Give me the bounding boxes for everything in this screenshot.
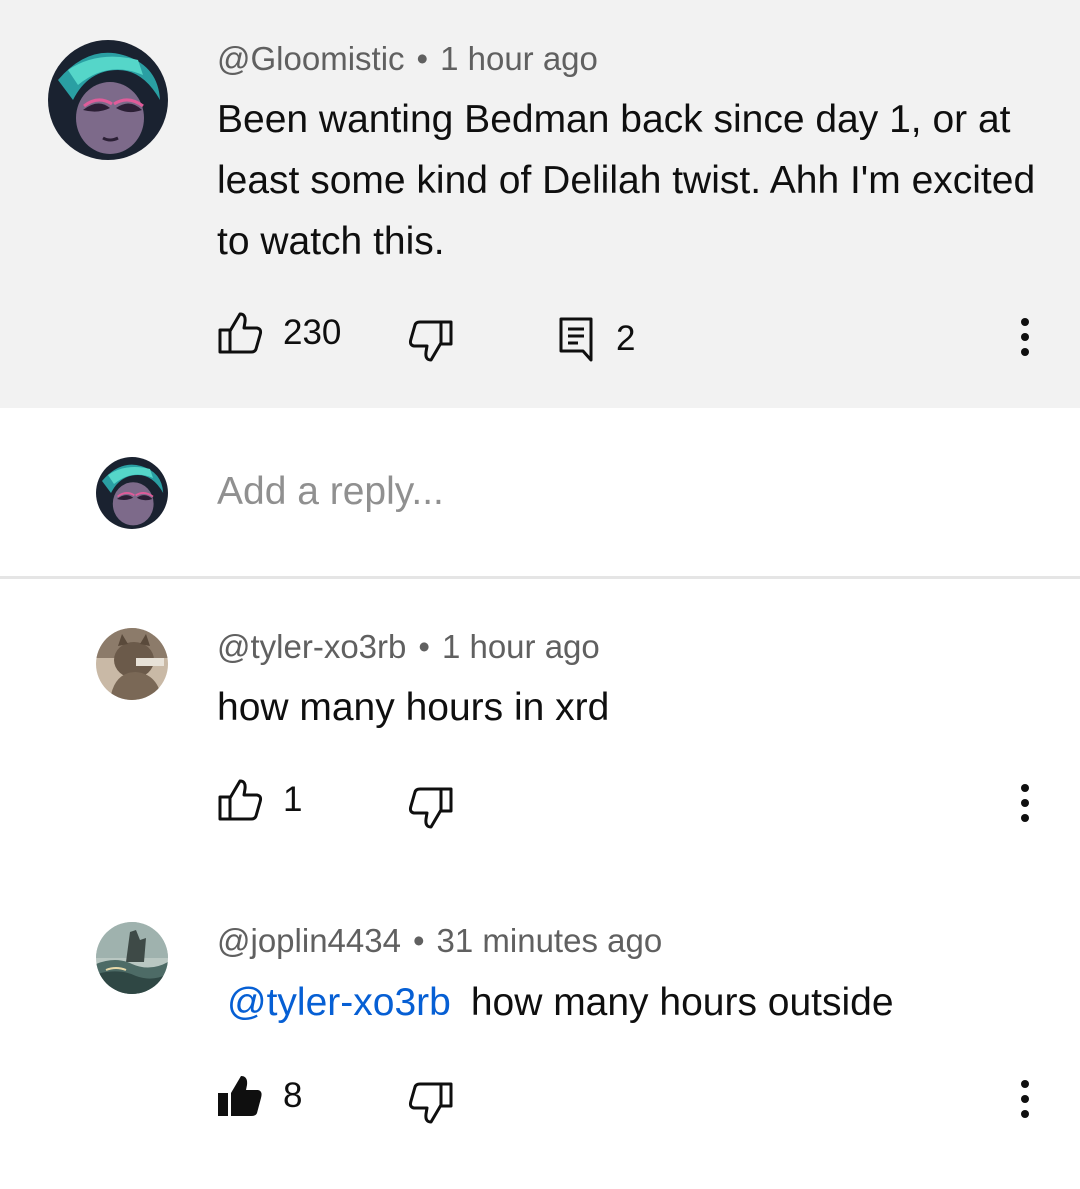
avatar[interactable]	[48, 40, 168, 160]
dislike-button[interactable]	[408, 783, 454, 833]
thumb-up-filled-icon	[218, 1076, 262, 1116]
avatar[interactable]	[96, 628, 168, 700]
comment-text: @tyler-xo3rb how many hours outside	[217, 972, 1047, 1033]
more-vert-icon	[1021, 318, 1029, 356]
comment-icon	[559, 317, 593, 362]
comment-timestamp[interactable]: 31 minutes ago	[437, 922, 663, 959]
thumb-up-outline-icon	[218, 312, 263, 354]
comment-meta: @joplin4434 • 31 minutes ago	[217, 922, 662, 960]
dislike-button[interactable]	[408, 316, 454, 366]
meta-separator: •	[412, 922, 425, 959]
like-button[interactable]: 1	[217, 775, 302, 825]
divider	[0, 576, 1080, 579]
more-options-button[interactable]	[1010, 1074, 1040, 1124]
highlighted-comment: @Gloomistic • 1 hour ago Been wanting Bedm…	[0, 0, 1080, 408]
user-mention-link[interactable]: @tyler-xo3rb	[227, 981, 451, 1024]
reply-button[interactable]: 2	[558, 314, 635, 364]
thumb-up-outline-icon	[218, 779, 263, 821]
thumb-down-outline-icon	[408, 787, 453, 829]
avatar-image	[96, 922, 168, 994]
comment-text: Been wanting Bedman back since day 1, or…	[217, 98, 1036, 263]
reply-input[interactable]: Add a reply...	[217, 470, 444, 514]
meta-separator: •	[416, 40, 429, 77]
like-count: 8	[283, 1076, 303, 1115]
more-options-button[interactable]	[1010, 312, 1040, 362]
avatar-image	[96, 628, 168, 700]
comment-meta: @tyler-xo3rb • 1 hour ago	[217, 628, 600, 666]
comment-author[interactable]: @joplin4434	[217, 922, 401, 959]
like-button[interactable]: 230	[217, 308, 341, 358]
avatar-image	[96, 457, 168, 529]
avatar[interactable]	[96, 922, 168, 994]
more-options-button[interactable]	[1010, 778, 1040, 828]
comment-meta: @Gloomistic • 1 hour ago	[217, 40, 598, 78]
thumb-down-outline-icon	[408, 1082, 453, 1124]
comment-author[interactable]: @tyler-xo3rb	[217, 628, 406, 665]
reply-count: 2	[616, 319, 636, 358]
dislike-button[interactable]	[408, 1078, 454, 1128]
like-count: 1	[283, 780, 303, 819]
comment-body: how many hours outside	[470, 981, 894, 1024]
comment-timestamp[interactable]: 1 hour ago	[442, 628, 600, 665]
like-count: 230	[283, 313, 342, 352]
meta-separator: •	[418, 628, 430, 665]
comment-timestamp[interactable]: 1 hour ago	[440, 40, 598, 77]
like-button[interactable]: 8	[217, 1071, 302, 1121]
thumb-down-outline-icon	[408, 320, 453, 362]
avatar-image	[48, 40, 168, 160]
more-vert-icon	[1021, 784, 1029, 822]
more-vert-icon	[1021, 1080, 1029, 1118]
comment-text: how many hours in xrd	[217, 686, 610, 729]
current-user-avatar	[96, 457, 168, 529]
comment-author[interactable]: @Gloomistic	[217, 40, 405, 77]
